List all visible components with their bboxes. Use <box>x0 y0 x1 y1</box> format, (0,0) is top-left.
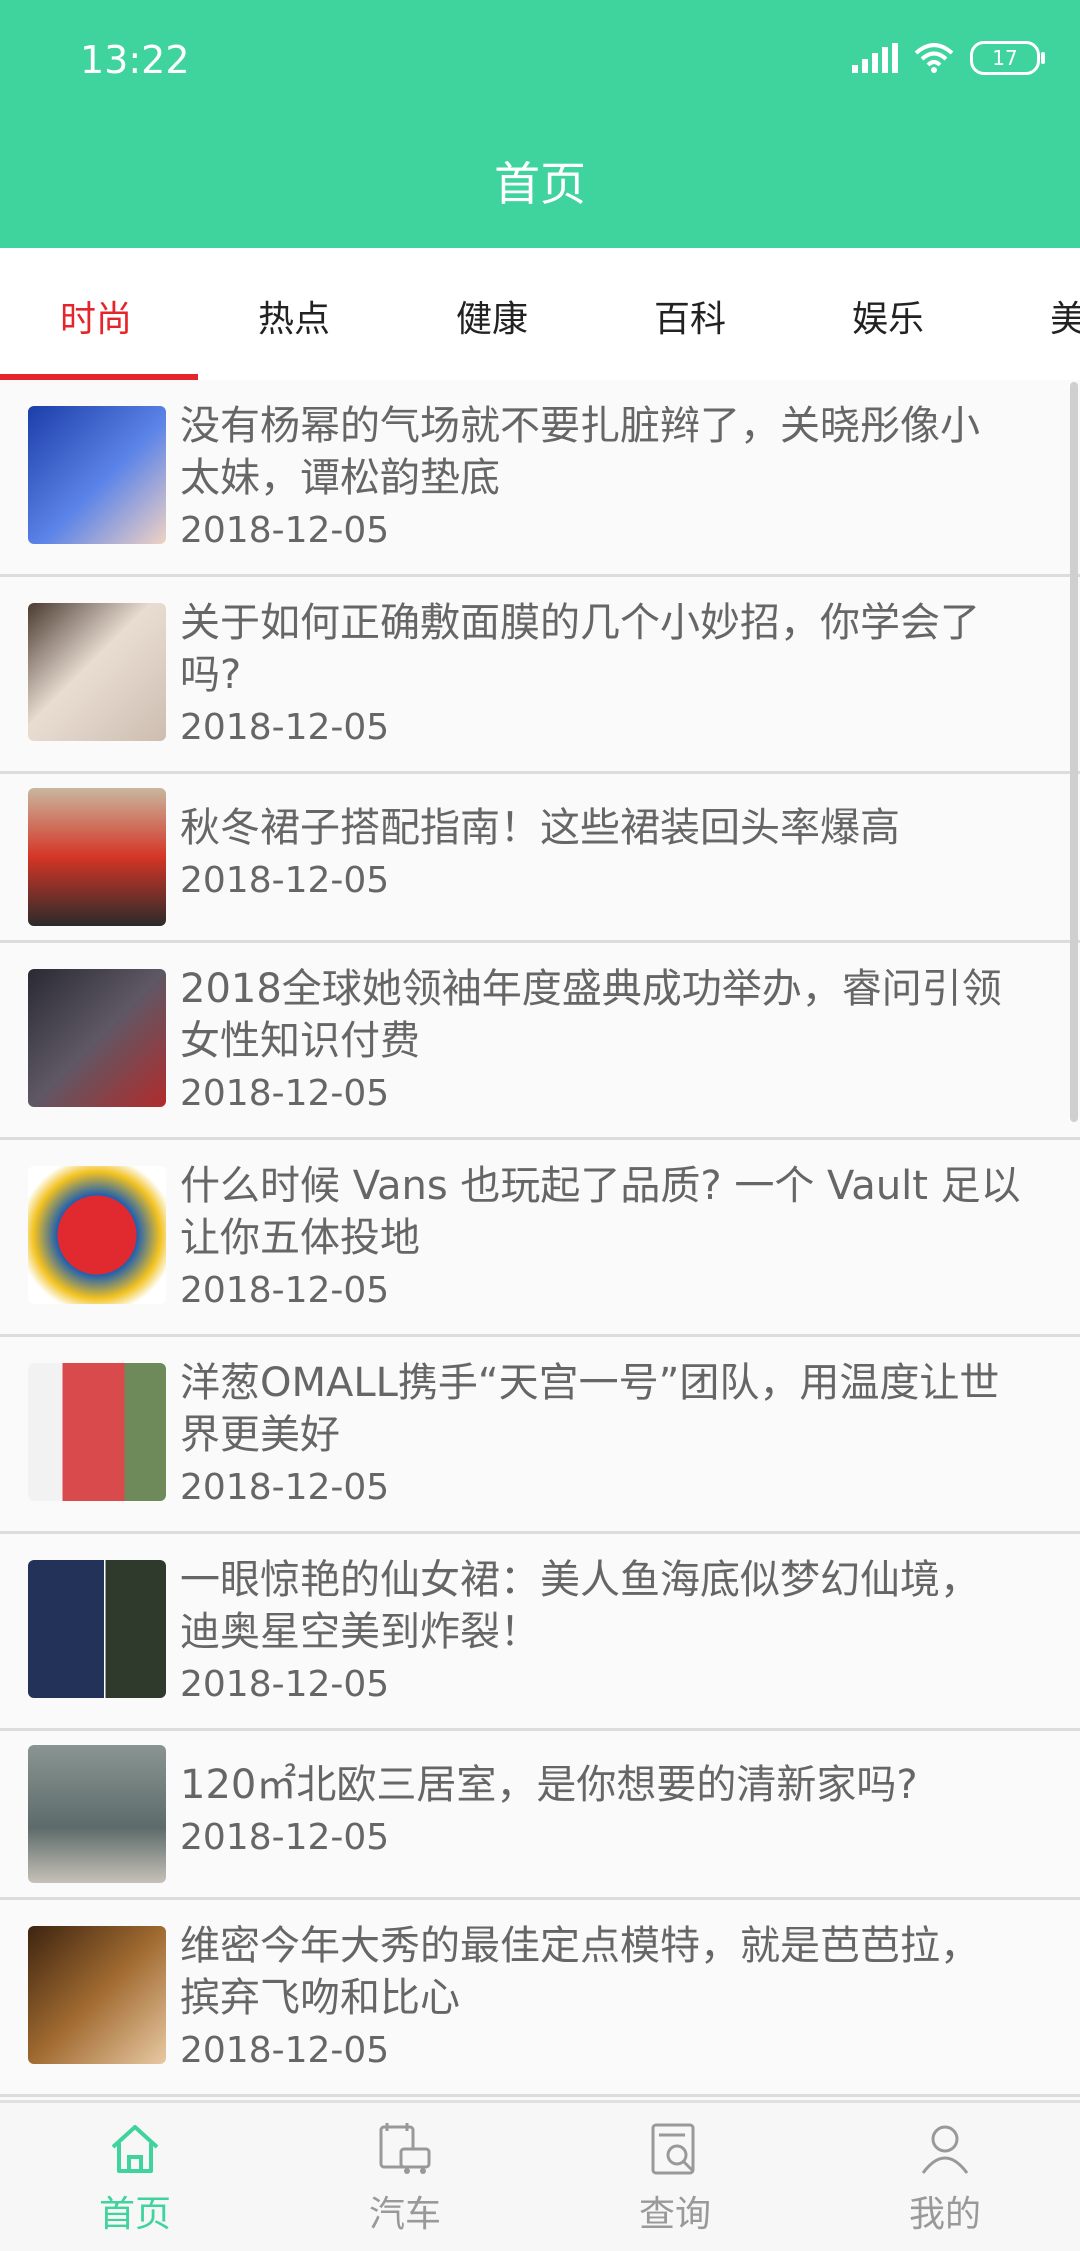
article-thumbnail <box>28 603 166 741</box>
nav-search-label: 查询 <box>638 2194 711 2235</box>
signal-icon <box>852 43 898 73</box>
tab-health[interactable]: 健康 <box>456 290 528 342</box>
article-title: 2018全球她领袖年度盛典成功举办，睿问引领 女性知识付费 <box>180 966 1002 1064</box>
list-item[interactable]: 维密今年大秀的最佳定点模特，就是芭芭拉， 摈弃飞吻和比心 2018-12-05 <box>0 1900 1080 2097</box>
article-title: 什么时候 Vans 也玩起了品质? 一个 Vault 足以 让你五体投地 <box>180 1163 1021 1261</box>
nav-search[interactable]: 查询 <box>605 2119 745 2237</box>
article-title: 没有杨幂的气场就不要扎脏辫了，关晓彤像小 太妹，谭松韵垫底 <box>180 403 980 501</box>
article-thumbnail <box>28 788 166 926</box>
home-icon <box>111 2125 159 2173</box>
nav-mine[interactable]: 我的 <box>875 2119 1015 2237</box>
tab-beauty[interactable]: 美 <box>1050 290 1080 342</box>
article-title: 秋冬裙子搭配指南！这些裙装回头率爆高 <box>180 805 900 851</box>
search-doc-icon <box>651 2123 695 2175</box>
nav-mine-label: 我的 <box>908 2194 981 2235</box>
article-title: 维密今年大秀的最佳定点模特，就是芭芭拉， 摈弃飞吻和比心 <box>180 1923 980 2021</box>
category-tabs: 时尚 热点 健康 百科 娱乐 美 <box>0 248 1080 380</box>
page-title: 首页 <box>494 157 586 211</box>
tab-hot[interactable]: 热点 <box>258 290 330 342</box>
article-date: 2018-12-05 <box>180 1664 390 1705</box>
article-list[interactable]: 没有杨幂的气场就不要扎脏辫了，关晓彤像小 太妹，谭松韵垫底 2018-12-05 … <box>0 380 1080 2100</box>
status-bar: 13:22 17 <box>0 0 1080 120</box>
tab-encyclopedia[interactable]: 百科 <box>654 290 726 342</box>
article-date: 2018-12-05 <box>180 510 390 551</box>
user-icon <box>921 2125 969 2174</box>
article-date: 2018-12-05 <box>180 860 390 901</box>
list-item[interactable]: 2018全球她领袖年度盛典成功举办，睿问引领 女性知识付费 2018-12-05 <box>0 943 1080 1140</box>
nav-home[interactable]: 首页 <box>65 2119 205 2237</box>
list-item[interactable]: 没有杨幂的气场就不要扎脏辫了，关晓彤像小 太妹，谭松韵垫底 2018-12-05 <box>0 380 1080 577</box>
article-title: 关于如何正确敷面膜的几个小妙招，你学会了 吗? <box>180 600 980 698</box>
article-date: 2018-12-05 <box>180 1270 390 1311</box>
app-header: 13:22 17 首页 <box>0 0 1080 248</box>
battery-icon: 17 <box>970 41 1045 75</box>
tab-entertainment[interactable]: 娱乐 <box>852 290 924 342</box>
article-thumbnail <box>28 969 166 1107</box>
bottom-navigation: 首页 汽车 查询 我的 <box>0 2100 1080 2251</box>
list-item[interactable]: 什么时候 Vans 也玩起了品质? 一个 Vault 足以 让你五体投地 2018… <box>0 1140 1080 1337</box>
nav-car[interactable]: 汽车 <box>335 2119 475 2237</box>
article-title: 洋葱OMALL携手“天宫一号”团队，用温度让世 界更美好 <box>180 1360 1000 1458</box>
list-item[interactable]: 120㎡北欧三居室，是你想要的清新家吗? 2018-12-05 <box>0 1731 1080 1900</box>
wifi-icon <box>914 43 954 73</box>
article-thumbnail <box>28 1166 166 1304</box>
article-title: 120㎡北欧三居室，是你想要的清新家吗? <box>180 1762 918 1808</box>
article-date: 2018-12-05 <box>180 1467 390 1508</box>
article-thumbnail <box>28 1926 166 2064</box>
article-thumbnail <box>28 1745 166 1883</box>
nav-car-label: 汽车 <box>368 2194 441 2235</box>
article-thumbnail <box>28 1363 166 1501</box>
tab-fashion[interactable]: 时尚 <box>60 290 132 342</box>
article-title: 一眼惊艳的仙女裙：美人鱼海底似梦幻仙境， 迪奥星空美到炸裂！ <box>180 1557 980 1655</box>
article-date: 2018-12-05 <box>180 2030 390 2071</box>
article-thumbnail <box>28 406 166 544</box>
list-item[interactable]: 一眼惊艳的仙女裙：美人鱼海底似梦幻仙境， 迪奥星空美到炸裂！ 2018-12-05 <box>0 1534 1080 1731</box>
status-icons: 17 <box>852 38 1045 78</box>
status-time: 13:22 <box>80 38 190 82</box>
article-date: 2018-12-05 <box>180 1817 390 1858</box>
car-icon <box>379 2123 431 2174</box>
list-item[interactable]: 洋葱OMALL携手“天宫一号”团队，用温度让世 界更美好 2018-12-05 <box>0 1337 1080 1534</box>
article-thumbnail <box>28 1560 166 1698</box>
list-item[interactable]: 秋冬裙子搭配指南！这些裙装回头率爆高 2018-12-05 <box>0 774 1080 943</box>
list-scrollbar[interactable] <box>1070 382 1078 1122</box>
nav-home-label: 首页 <box>98 2194 171 2235</box>
article-date: 2018-12-05 <box>180 1073 390 1114</box>
list-item[interactable]: 关于如何正确敷面膜的几个小妙招，你学会了 吗? 2018-12-05 <box>0 577 1080 774</box>
article-date: 2018-12-05 <box>180 707 390 748</box>
